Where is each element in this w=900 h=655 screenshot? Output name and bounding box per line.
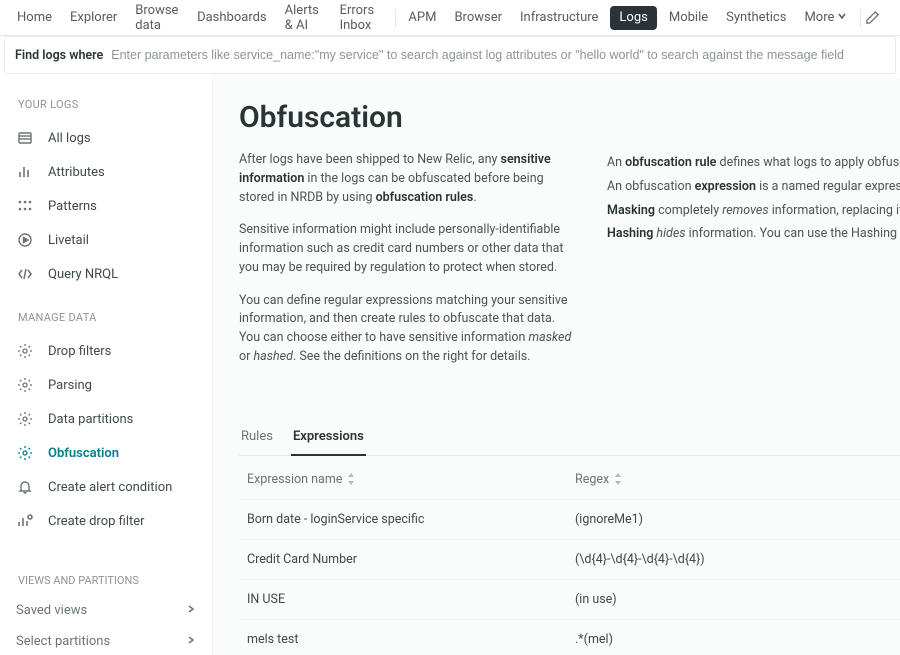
definition-masking: Masking completely removes information, … bbox=[607, 199, 900, 223]
sidebar-item-label: Livetail bbox=[48, 233, 89, 248]
cell-regex: .*(mel) bbox=[567, 620, 900, 655]
chevron-right-icon bbox=[186, 603, 196, 618]
filterchart-icon bbox=[16, 512, 34, 530]
sidebar-item-label: Create drop filter bbox=[48, 514, 145, 529]
sidebar-item-parsing[interactable]: Parsing bbox=[0, 368, 212, 402]
sort-icon bbox=[613, 473, 623, 485]
nav-alerts-ai[interactable]: Alerts & AI bbox=[276, 0, 331, 36]
sidebar-item-create-alert-condition[interactable]: Create alert condition bbox=[0, 470, 212, 504]
search-input[interactable] bbox=[111, 48, 885, 62]
description-row: After logs have been shipped to New Reli… bbox=[239, 151, 900, 381]
nav-home[interactable]: Home bbox=[8, 0, 61, 36]
column-header-name-label: Expression name bbox=[247, 472, 342, 487]
sidebar-item-create-drop-filter[interactable]: Create drop filter bbox=[0, 504, 212, 538]
top-nav: HomeExplorerBrowse dataDashboardsAlerts … bbox=[0, 0, 900, 36]
cell-regex: (\d{4}-\d{4}-\d{4}-\d{4}) bbox=[567, 540, 900, 579]
page-title: Obfuscation bbox=[239, 100, 900, 135]
sidebar-footer-select-partitions[interactable]: Select partitions bbox=[0, 626, 212, 655]
sidebar-item-label: All logs bbox=[48, 131, 91, 146]
sidebar-footer-label: Saved views bbox=[16, 603, 87, 618]
search-bar: Find logs where bbox=[4, 36, 896, 74]
tab-expressions[interactable]: Expressions bbox=[291, 421, 366, 456]
nav-logs[interactable]: Logs bbox=[610, 6, 656, 30]
definitions-panel: An obfuscation rule defines what logs to… bbox=[607, 151, 900, 246]
sidebar-item-obfuscation[interactable]: Obfuscation bbox=[0, 436, 212, 470]
sidebar-item-attributes[interactable]: Attributes bbox=[0, 155, 212, 189]
tabs: Rules Expressions bbox=[239, 421, 900, 456]
gear-icon bbox=[16, 444, 34, 462]
nav-browse-data[interactable]: Browse data bbox=[126, 0, 188, 36]
sidebar: YOUR LOGS All logs Attributes Patterns Livet… bbox=[0, 78, 213, 655]
code-icon bbox=[16, 265, 34, 283]
tab-rules[interactable]: Rules bbox=[239, 421, 275, 456]
definition-hashing: Hashing hides information. You can use t… bbox=[607, 222, 900, 246]
sidebar-item-label: Parsing bbox=[48, 378, 92, 393]
gear-icon bbox=[16, 410, 34, 428]
search-label: Find logs where bbox=[15, 48, 103, 63]
table-row[interactable]: mels test.*(mel) bbox=[239, 620, 900, 655]
nav-synthetics[interactable]: Synthetics bbox=[717, 0, 795, 36]
nav-explorer[interactable]: Explorer bbox=[61, 0, 126, 36]
nav-apm[interactable]: APM bbox=[399, 0, 445, 36]
sidebar-item-label: Create alert condition bbox=[48, 480, 172, 495]
para-3: You can define regular expressions match… bbox=[239, 292, 579, 367]
edit-nav-button[interactable] bbox=[865, 10, 892, 25]
patterns-icon bbox=[16, 197, 34, 215]
nav-infrastructure[interactable]: Infrastructure bbox=[511, 0, 607, 36]
nav-dashboards[interactable]: Dashboards bbox=[188, 0, 276, 36]
definition-expression: An obfuscation expression is a named reg… bbox=[607, 175, 900, 199]
sidebar-heading: YOUR LOGS bbox=[0, 92, 212, 121]
table-row[interactable]: IN USE(in use) bbox=[239, 580, 900, 620]
expressions-table: Expression name Regex Born date - loginS… bbox=[239, 460, 900, 655]
sidebar-item-drop-filters[interactable]: Drop filters bbox=[0, 334, 212, 368]
sidebar-item-label: Patterns bbox=[48, 199, 97, 214]
cell-expression-name: IN USE bbox=[239, 580, 567, 619]
column-header-regex[interactable]: Regex bbox=[567, 460, 900, 499]
cell-regex: (ignoreMe1) bbox=[567, 500, 900, 539]
sort-icon bbox=[346, 473, 356, 485]
definition-rule: An obfuscation rule defines what logs to… bbox=[607, 151, 900, 175]
table-row[interactable]: Born date - loginService specific(ignore… bbox=[239, 500, 900, 540]
column-header-regex-label: Regex bbox=[575, 472, 609, 487]
column-header-name[interactable]: Expression name bbox=[239, 460, 567, 499]
sidebar-footer-heading: VIEWS AND PARTITIONS bbox=[0, 566, 212, 595]
sidebar-item-patterns[interactable]: Patterns bbox=[0, 189, 212, 223]
nav-mobile[interactable]: Mobile bbox=[660, 0, 717, 36]
content: Obfuscation After logs have been shipped… bbox=[213, 78, 900, 655]
cell-expression-name: mels test bbox=[239, 620, 567, 655]
play-icon bbox=[16, 231, 34, 249]
sidebar-item-label: Query NRQL bbox=[48, 267, 118, 282]
table-row[interactable]: Credit Card Number(\d{4}-\d{4}-\d{4}-\d{… bbox=[239, 540, 900, 580]
sidebar-heading: MANAGE DATA bbox=[0, 305, 212, 334]
sidebar-item-all-logs[interactable]: All logs bbox=[0, 121, 212, 155]
description-left: After logs have been shipped to New Reli… bbox=[239, 151, 579, 381]
para-2: Sensitive information might include pers… bbox=[239, 221, 579, 277]
nav-more[interactable]: More bbox=[795, 0, 856, 36]
cell-expression-name: Credit Card Number bbox=[239, 540, 567, 579]
sidebar-item-query-nrql[interactable]: Query NRQL bbox=[0, 257, 212, 291]
sidebar-item-label: Obfuscation bbox=[48, 446, 119, 461]
bell-icon bbox=[16, 478, 34, 496]
sidebar-item-label: Attributes bbox=[48, 165, 105, 180]
gear-icon bbox=[16, 376, 34, 394]
list-icon bbox=[16, 129, 34, 147]
sidebar-footer-saved-views[interactable]: Saved views bbox=[0, 595, 212, 626]
sidebar-item-label: Drop filters bbox=[48, 344, 111, 359]
intro-paragraph: After logs have been shipped to New Reli… bbox=[239, 151, 579, 207]
sidebar-footer-label: Select partitions bbox=[16, 634, 110, 649]
nav-browser[interactable]: Browser bbox=[445, 0, 511, 36]
chevron-right-icon bbox=[186, 634, 196, 649]
chevron-down-icon bbox=[837, 10, 847, 25]
sidebar-item-label: Data partitions bbox=[48, 412, 133, 427]
cell-regex: (in use) bbox=[567, 580, 900, 619]
pencil-icon bbox=[865, 10, 880, 25]
bars-icon bbox=[16, 163, 34, 181]
sidebar-item-livetail[interactable]: Livetail bbox=[0, 223, 212, 257]
nav-errors-inbox[interactable]: Errors Inbox bbox=[331, 0, 391, 36]
main-layout: YOUR LOGS All logs Attributes Patterns Livet… bbox=[0, 78, 900, 655]
gear-icon bbox=[16, 342, 34, 360]
sidebar-item-data-partitions[interactable]: Data partitions bbox=[0, 402, 212, 436]
cell-expression-name: Born date - loginService specific bbox=[239, 500, 567, 539]
table-header-row: Expression name Regex bbox=[239, 460, 900, 500]
